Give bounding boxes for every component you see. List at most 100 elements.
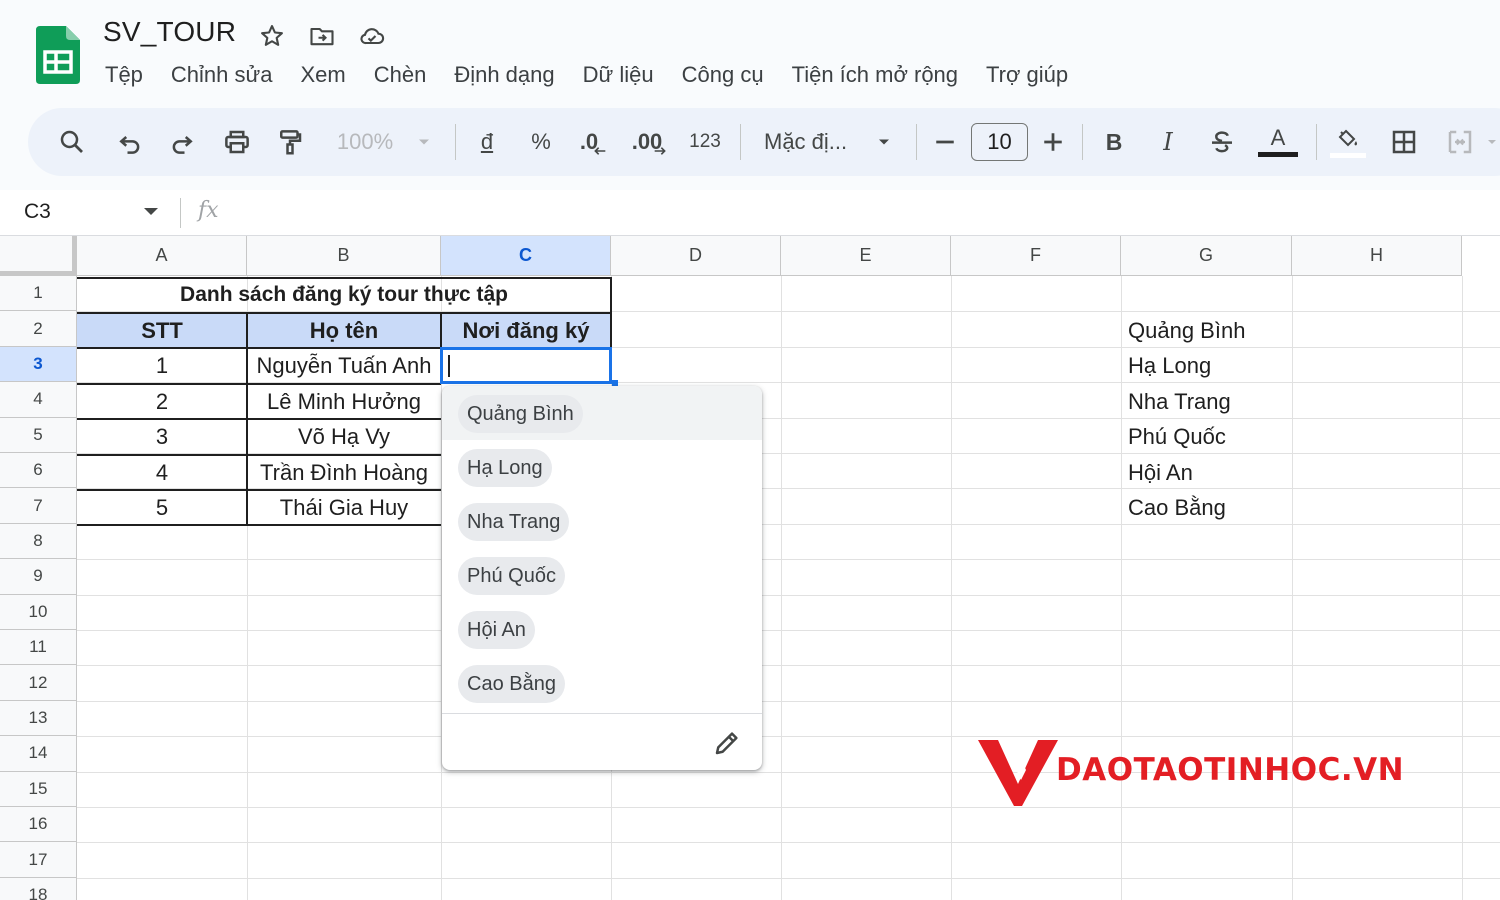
cell-name[interactable]: Lê Minh Hưởng xyxy=(247,384,441,419)
table-border xyxy=(77,454,441,456)
row-header-12[interactable]: 12 xyxy=(0,665,77,701)
menu-edit[interactable]: Chỉnh sửa xyxy=(171,62,273,88)
cell-name[interactable]: Võ Hạ Vy xyxy=(247,419,441,454)
cell-g[interactable]: Quảng Bình xyxy=(1128,313,1292,348)
dropdown-option[interactable]: Quảng Bình xyxy=(458,395,583,433)
row-header-13[interactable]: 13 xyxy=(0,700,77,737)
font-select[interactable]: Mặc đị... xyxy=(764,108,860,176)
increase-font-size-button[interactable] xyxy=(1038,108,1068,176)
cell-name[interactable]: Nguyễn Tuấn Anh xyxy=(247,348,441,383)
bold-button[interactable]: B xyxy=(1100,108,1128,176)
cell-g[interactable]: Cao Bằng xyxy=(1128,490,1292,525)
cell-stt[interactable]: 4 xyxy=(77,455,247,490)
row-header-3[interactable]: 3 xyxy=(0,346,77,383)
column-header-h[interactable]: H xyxy=(1292,236,1462,276)
menu-tools[interactable]: Công cụ xyxy=(682,62,764,88)
dropdown-option[interactable]: Phú Quốc xyxy=(458,557,565,595)
cell-name[interactable]: Trần Đình Hoàng xyxy=(247,455,441,490)
menu-insert[interactable]: Chèn xyxy=(374,62,427,88)
cell-g[interactable]: Hội An xyxy=(1128,455,1292,490)
row-header-5[interactable]: 5 xyxy=(0,417,77,453)
search-menus-button[interactable] xyxy=(54,108,90,176)
fill-color-button[interactable] xyxy=(1330,108,1366,176)
grid-line xyxy=(77,700,1500,702)
menu-view[interactable]: Xem xyxy=(300,62,345,88)
name-box[interactable]: C3 xyxy=(24,200,51,224)
row-header-4[interactable]: 4 xyxy=(0,382,77,418)
cell-g[interactable]: Nha Trang xyxy=(1128,384,1292,419)
table-title[interactable]: Danh sách đăng ký tour thực tập xyxy=(77,277,611,313)
cell-stt[interactable]: 2 xyxy=(77,384,247,419)
row-header-9[interactable]: 9 xyxy=(0,559,77,595)
row-header-16[interactable]: 16 xyxy=(0,807,77,843)
header-name[interactable]: Họ tên xyxy=(247,313,441,348)
select-all-corner[interactable] xyxy=(0,236,77,276)
zoom-select[interactable]: 100% xyxy=(330,108,400,176)
row-header-10[interactable]: 10 xyxy=(0,594,77,630)
star-icon[interactable] xyxy=(258,22,286,50)
font-size-input[interactable]: 10 xyxy=(971,123,1028,161)
row-header-1[interactable]: 1 xyxy=(0,276,77,312)
column-header-b[interactable]: B xyxy=(247,236,441,276)
dropdown-option[interactable]: Nha Trang xyxy=(458,503,570,541)
borders-button[interactable] xyxy=(1386,108,1422,176)
cell-stt[interactable]: 3 xyxy=(77,419,247,454)
header-place[interactable]: Nơi đăng ký xyxy=(441,313,611,348)
row-header-17[interactable]: 17 xyxy=(0,842,77,878)
row-header-14[interactable]: 14 xyxy=(0,736,77,772)
name-box-chevron-icon[interactable] xyxy=(144,208,158,215)
cell-stt[interactable]: 1 xyxy=(77,348,247,383)
redo-button[interactable] xyxy=(164,108,200,176)
header-stt[interactable]: STT xyxy=(77,313,247,348)
column-header-f[interactable]: F xyxy=(951,236,1121,276)
formula-bar-divider xyxy=(180,198,181,228)
active-cell-c3[interactable] xyxy=(440,347,612,384)
more-formats-button[interactable]: 123 xyxy=(686,108,724,176)
menu-format[interactable]: Định dạng xyxy=(454,62,554,88)
menu-data[interactable]: Dữ liệu xyxy=(583,62,654,88)
row-header-18[interactable]: 18 xyxy=(0,877,77,900)
row-header-2[interactable]: 2 xyxy=(0,311,77,347)
row-header-8[interactable]: 8 xyxy=(0,523,77,560)
column-header-a[interactable]: A xyxy=(77,236,247,276)
paint-format-button[interactable] xyxy=(272,108,308,176)
percent-format-button[interactable]: % xyxy=(526,108,556,176)
column-header-e[interactable]: E xyxy=(781,236,951,276)
zoom-chevron-icon[interactable] xyxy=(414,108,434,176)
pencil-icon[interactable] xyxy=(712,728,742,758)
menu-extensions[interactable]: Tiện ích mở rộng xyxy=(792,62,958,88)
row-header-7[interactable]: 7 xyxy=(0,488,77,524)
font-chevron-icon[interactable] xyxy=(874,108,894,176)
currency-format-button[interactable]: đ xyxy=(474,108,500,176)
italic-button[interactable]: I xyxy=(1154,108,1182,176)
increase-decimal-button[interactable]: .00 xyxy=(630,108,670,176)
cell-stt[interactable]: 5 xyxy=(77,490,247,525)
decrease-font-size-button[interactable] xyxy=(930,108,960,176)
merge-chevron-icon[interactable] xyxy=(1484,108,1500,176)
print-button[interactable] xyxy=(219,108,255,176)
column-header-c[interactable]: C xyxy=(441,236,611,276)
cell-g[interactable]: Phú Quốc xyxy=(1128,419,1292,454)
row-header-15[interactable]: 15 xyxy=(0,771,77,807)
column-header-d[interactable]: D xyxy=(611,236,781,276)
dropdown-option[interactable]: Hội An xyxy=(458,611,535,649)
strikethrough-icon xyxy=(1212,131,1232,153)
cell-name[interactable]: Thái Gia Huy xyxy=(247,490,441,525)
strikethrough-button[interactable] xyxy=(1205,108,1239,176)
menu-help[interactable]: Trợ giúp xyxy=(986,62,1068,88)
dropdown-option[interactable]: Cao Bằng xyxy=(458,665,565,703)
menu-file[interactable]: Tệp xyxy=(105,62,143,88)
sheets-logo-icon[interactable] xyxy=(36,26,80,84)
dropdown-option[interactable]: Hạ Long xyxy=(458,449,552,487)
merge-cells-button[interactable] xyxy=(1442,108,1478,176)
document-title[interactable]: SV_TOUR xyxy=(103,16,236,48)
row-header-11[interactable]: 11 xyxy=(0,630,77,666)
decrease-decimal-button[interactable]: .0 xyxy=(576,108,612,176)
cell-g[interactable]: Hạ Long xyxy=(1128,348,1292,383)
move-folder-icon[interactable] xyxy=(308,22,336,50)
column-header-g[interactable]: G xyxy=(1121,236,1292,276)
row-header-6[interactable]: 6 xyxy=(0,453,77,489)
cloud-status-icon[interactable] xyxy=(358,22,386,50)
text-color-button[interactable]: A xyxy=(1258,108,1298,176)
undo-button[interactable] xyxy=(112,108,148,176)
